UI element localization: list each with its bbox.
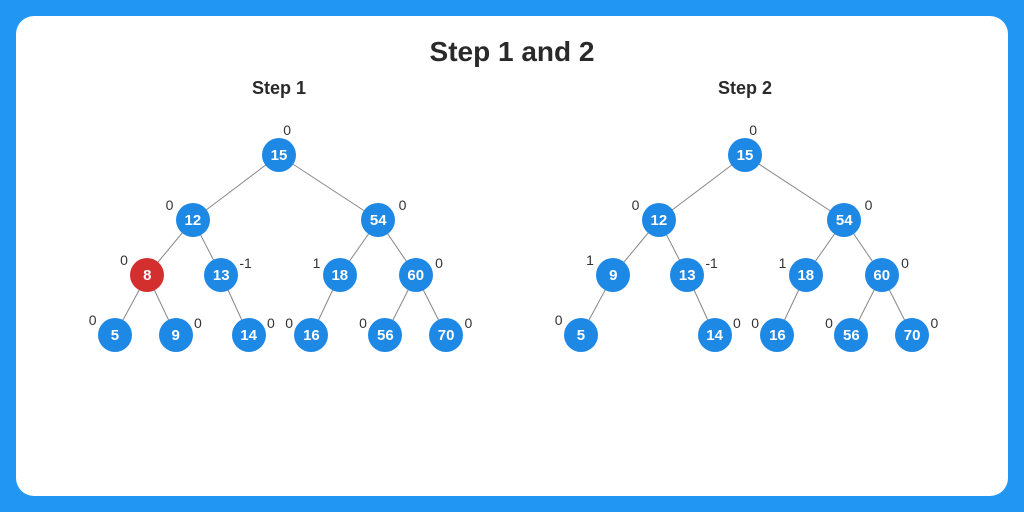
tree-node: 70 [429, 318, 463, 352]
tree-node: 13 [670, 258, 704, 292]
tree-node: 5 [564, 318, 598, 352]
tree-node: 15 [728, 138, 762, 172]
tree-node: 18 [323, 258, 357, 292]
tree-node: 70 [895, 318, 929, 352]
balance-factor-label: 0 [285, 315, 293, 331]
diagram-frame: Step 1 and 2 Step 1 1501205408013-118160… [16, 16, 1008, 496]
balance-factor-label: 0 [555, 312, 563, 328]
tree-node: 54 [827, 203, 861, 237]
tree-2-panel: Step 2 1501205409113-1181600501401605607… [512, 78, 978, 468]
balance-factor-label: 0 [749, 122, 757, 138]
balance-factor-label: 1 [779, 255, 787, 271]
tree-node: 56 [368, 318, 402, 352]
balance-factor-label: 0 [901, 255, 909, 271]
tree-node: 12 [176, 203, 210, 237]
balance-factor-label: 0 [931, 315, 939, 331]
balance-factor-label: 0 [120, 252, 128, 268]
tree-node: 56 [834, 318, 868, 352]
tree-node: 54 [361, 203, 395, 237]
tree-node: 14 [698, 318, 732, 352]
balance-factor-label: 0 [283, 122, 291, 138]
balance-factor-label: 0 [632, 197, 640, 213]
tree-node: 5 [98, 318, 132, 352]
balance-factor-label: 0 [751, 315, 759, 331]
tree-2-title: Step 2 [512, 78, 978, 99]
tree-1-title: Step 1 [46, 78, 512, 99]
tree-node: 16 [760, 318, 794, 352]
balance-factor-label: 0 [465, 315, 473, 331]
balance-factor-label: 1 [313, 255, 321, 271]
balance-factor-label: -1 [239, 255, 251, 271]
tree-node: 14 [232, 318, 266, 352]
balance-factor-label: 0 [267, 315, 275, 331]
balance-factor-label: 0 [359, 315, 367, 331]
tree-node: 8 [130, 258, 164, 292]
balance-factor-label: 0 [194, 315, 202, 331]
balance-factor-label: -1 [705, 255, 717, 271]
tree-node: 9 [159, 318, 193, 352]
balance-factor-label: 0 [166, 197, 174, 213]
tree-2: 1501205409113-118160050140160560700 [512, 105, 978, 425]
tree-node: 18 [789, 258, 823, 292]
tree-node: 60 [399, 258, 433, 292]
balance-factor-label: 0 [733, 315, 741, 331]
tree-node: 9 [596, 258, 630, 292]
tree-row: Step 1 1501205408013-1181600509014016056… [46, 78, 978, 468]
tree-node: 12 [642, 203, 676, 237]
balance-factor-label: 1 [586, 252, 594, 268]
tree-node: 15 [262, 138, 296, 172]
tree-node: 60 [865, 258, 899, 292]
balance-factor-label: 0 [865, 197, 873, 213]
main-title: Step 1 and 2 [46, 36, 978, 68]
balance-factor-label: 0 [89, 312, 97, 328]
tree-1: 1501205408013-11816005090140160560700 [46, 105, 512, 425]
tree-node: 13 [204, 258, 238, 292]
tree-node: 16 [294, 318, 328, 352]
balance-factor-label: 0 [435, 255, 443, 271]
balance-factor-label: 0 [399, 197, 407, 213]
tree-1-panel: Step 1 1501205408013-1181600509014016056… [46, 78, 512, 468]
balance-factor-label: 0 [825, 315, 833, 331]
